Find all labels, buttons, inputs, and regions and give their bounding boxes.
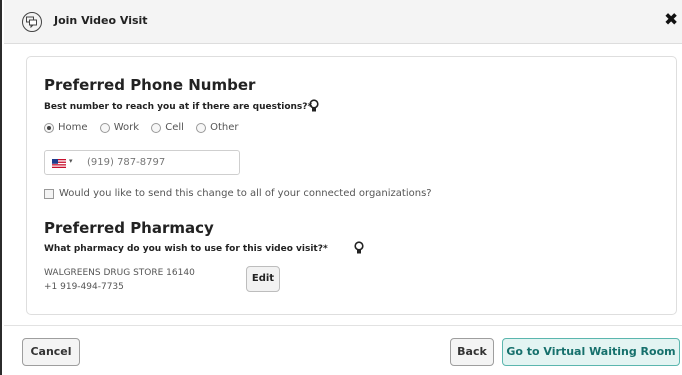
dialog-title: Join Video Visit (54, 14, 148, 27)
video-chat-icon (22, 12, 42, 32)
radio-other-label: Other (210, 122, 239, 133)
go-to-virtual-waiting-room-button[interactable]: Go to Virtual Waiting Room (502, 338, 680, 366)
share-change-label: Would you like to send this change to al… (59, 188, 432, 199)
pharmacy-section-title: Preferred Pharmacy (44, 219, 214, 237)
edit-pharmacy-button[interactable]: Edit (246, 266, 280, 292)
radio-cell[interactable]: Cell (151, 122, 184, 133)
phone-number-input[interactable]: ▾ (919) 787-8797 (44, 150, 240, 175)
radio-other[interactable]: Other (196, 122, 239, 133)
phone-section-title: Preferred Phone Number (44, 76, 256, 94)
radio-work[interactable]: Work (99, 122, 140, 133)
radio-other-indicator[interactable] (196, 122, 207, 133)
phone-type-radio-group: Home Work Cell Other (44, 122, 248, 136)
checkbox-box[interactable] (44, 188, 54, 199)
radio-work-indicator[interactable] (99, 122, 110, 133)
radio-cell-label: Cell (165, 122, 184, 133)
chevron-down-icon[interactable]: ▾ (69, 157, 73, 165)
dialog-titlebar: Join Video Visit ✖ (4, 0, 682, 44)
phone-question: Best number to reach you at if there are… (44, 102, 313, 112)
lightbulb-icon[interactable] (354, 241, 364, 255)
close-icon[interactable]: ✖ (664, 10, 678, 30)
radio-home-label: Home (58, 122, 88, 133)
lightbulb-icon[interactable] (309, 99, 319, 113)
pharmacy-question: What pharmacy do you wish to use for thi… (44, 244, 328, 254)
back-button[interactable]: Back (450, 338, 494, 366)
radio-home-indicator[interactable] (44, 122, 54, 133)
join-video-visit-dialog: Join Video Visit ✖ Preferred Phone Numbe… (0, 0, 682, 375)
pharmacy-name: WALGREENS DRUG STORE 16140 (44, 268, 195, 278)
pharmacy-details: WALGREENS DRUG STORE 16140 +1 919-494-77… (44, 266, 195, 294)
radio-cell-indicator[interactable] (151, 122, 162, 133)
us-flag-icon[interactable] (52, 159, 66, 168)
share-change-checkbox[interactable]: Would you like to send this change to al… (44, 188, 432, 199)
radio-home[interactable]: Home (44, 122, 88, 133)
cancel-button[interactable]: Cancel (22, 338, 80, 366)
pharmacy-phone: +1 919-494-7735 (44, 282, 124, 292)
footer-divider (4, 325, 682, 326)
radio-work-label: Work (113, 122, 140, 133)
phone-number-value[interactable]: (919) 787-8797 (87, 157, 165, 168)
